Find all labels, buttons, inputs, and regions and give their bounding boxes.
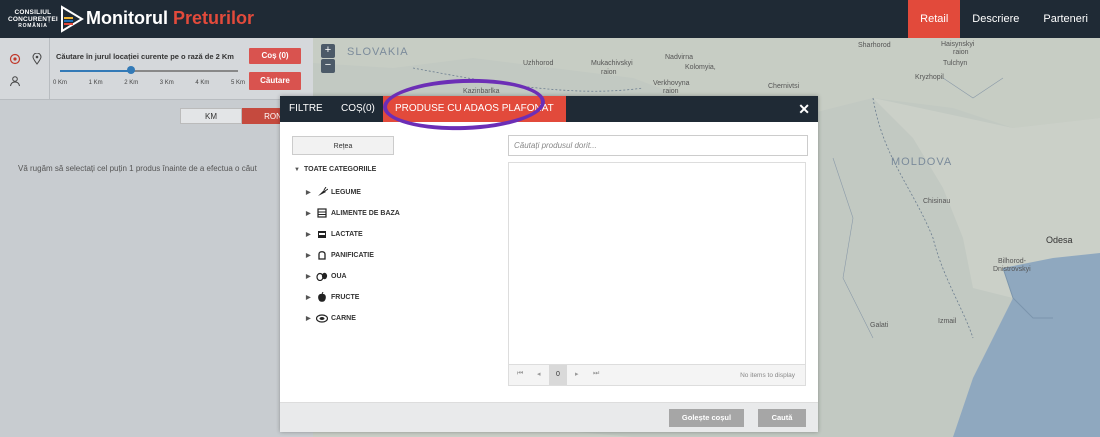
map-label-verkhovyna: Verkhovyna [653, 80, 690, 87]
app-title: Monitorul Preturilor [86, 8, 255, 28]
tab-cos[interactable]: COȘ(0) [341, 96, 375, 122]
next-page-icon[interactable]: ▸ [575, 370, 579, 378]
caret-right-icon: ▶ [306, 294, 311, 301]
pager-info: No items to display [740, 372, 795, 379]
map-label-uzhhorod: Uzhhorod [523, 60, 554, 67]
fruit-icon [316, 291, 328, 302]
category-panificatie[interactable]: ▶ PANIFICATIE [306, 250, 374, 260]
meat-icon [315, 313, 329, 323]
search-toolbar: Căutare în jurul locației curente pe o r… [0, 38, 313, 100]
slider-tick-label: 0 Km [53, 80, 68, 86]
category-fructe[interactable]: ▶ FRUCTE [306, 291, 359, 302]
network-button[interactable]: Rețea [292, 136, 394, 155]
map-label-chernivtsi: Chernivtsi [768, 83, 800, 90]
map-label-kryzhopil: Kryzhopil [915, 74, 944, 81]
map-label-bilhorod: Bilhorod- [998, 258, 1027, 265]
slider-handle[interactable] [127, 66, 136, 74]
map-label-moldova: MOLDOVA [891, 156, 953, 168]
pager: ⏮ ◂ 0 ▸ ⏭ No items to display [509, 364, 805, 385]
map-label-izmail: Izmail [938, 318, 957, 325]
product-results: ⏮ ◂ 0 ▸ ⏭ No items to display [508, 162, 806, 386]
zoom-out-button[interactable]: − [321, 59, 335, 73]
caret-right-icon: ▶ [306, 189, 311, 196]
map-label-dnistrovskyi: Dnistrovskyi [993, 266, 1031, 273]
map-label-galati: Galati [870, 322, 889, 329]
vegetable-icon [316, 186, 328, 197]
map-label-nadvirna: Nadvirna [665, 54, 694, 61]
slider-tick-label: 5 Km [231, 80, 246, 86]
dialog-footer: Golește coșul Caută [280, 402, 818, 432]
select-product-message: Vă rugăm să selectați cel puțin 1 produs… [18, 164, 257, 173]
radius-label: Căutare în jurul locației curente pe o r… [56, 52, 234, 61]
caret-right-icon: ▶ [306, 315, 311, 322]
first-page-icon[interactable]: ⏮ [517, 370, 523, 378]
tab-filtre[interactable]: FILTRE [289, 96, 323, 122]
category-alimente-de-baza[interactable]: ▶ ALIMENTE DE BAZA [306, 208, 400, 218]
radius-slider[interactable] [60, 70, 238, 72]
locate-icon[interactable] [8, 52, 22, 66]
nav-retail[interactable]: Retail [908, 0, 961, 38]
caret-down-icon: ▼ [294, 167, 300, 173]
category-lactate[interactable]: ▶ LACTATE [306, 229, 363, 239]
eggs-icon [316, 271, 328, 282]
slider-fill [60, 70, 132, 72]
map-label-mukachivskyi: Mukachivskyi [591, 60, 633, 67]
map-label-verkhovyna-raion: raion [663, 88, 679, 95]
slider-tick-label: 1 Km [88, 80, 103, 86]
tree-root[interactable]: ▼ TOATE CATEGORIILE [294, 166, 376, 173]
caret-right-icon: ▶ [306, 231, 311, 238]
empty-cart-button[interactable]: Golește coșul [669, 409, 744, 427]
left-panel: Căutare în jurul locației curente pe o r… [0, 38, 313, 437]
bread-icon [316, 250, 328, 260]
tab-produse-plafonat[interactable]: PRODUSE CU ADAOS PLAFONAT [383, 96, 566, 122]
search-button[interactable]: Căutare [249, 72, 301, 90]
map-label-chisinau: Chisinau [923, 198, 951, 205]
dialog-search-button[interactable]: Caută [758, 409, 806, 427]
logo-mark-icon [60, 5, 84, 33]
map-label-kolomyia: Kolomyia, [685, 64, 716, 71]
caret-right-icon: ▶ [306, 273, 311, 280]
user-location-icon[interactable] [8, 74, 22, 88]
map-pin-icon[interactable] [30, 52, 44, 66]
logo-text: CONSILIUL CONCURENȚEI ROMÂNIA [8, 8, 58, 29]
product-search-input[interactable] [508, 135, 808, 156]
caret-right-icon: ▶ [306, 252, 311, 259]
map-label-sharhorod: Sharhorod [858, 42, 891, 49]
map-label-mukachivskyi-raion: raion [601, 69, 617, 76]
dialog-header: FILTRE COȘ(0) PRODUSE CU ADAOS PLAFONAT … [280, 96, 818, 122]
main-nav: Retail Descriere Parteneri [908, 0, 1100, 38]
close-icon[interactable]: ✕ [798, 101, 810, 118]
dairy-icon [316, 229, 328, 239]
current-page[interactable]: 0 [549, 365, 567, 385]
slider-tick-label: 4 Km [195, 80, 210, 86]
slider-tick-label: 2 Km [124, 80, 139, 86]
nav-parteneri[interactable]: Parteneri [1031, 0, 1100, 38]
map-label-tulchyn: Tulchyn [943, 60, 968, 67]
tool-icons [0, 38, 50, 100]
nav-descriere[interactable]: Descriere [960, 0, 1031, 38]
top-bar: CONSILIUL CONCURENȚEI ROMÂNIA Monitorul … [0, 0, 1100, 38]
prev-page-icon[interactable]: ◂ [537, 370, 541, 378]
map-label-kazinbarlka: Kazinbarlka [463, 88, 500, 95]
slider-tick-label: 3 Km [159, 80, 174, 86]
basic-food-icon [316, 208, 328, 218]
product-filter-dialog: FILTRE COȘ(0) PRODUSE CU ADAOS PLAFONAT … [280, 76, 818, 432]
map-label-haisynskyi: Haisynskyi [941, 41, 975, 48]
map-label-raion-a: raion [953, 49, 969, 56]
zoom-in-button[interactable]: + [321, 44, 335, 58]
category-oua[interactable]: ▶ OUA [306, 271, 347, 282]
caret-right-icon: ▶ [306, 210, 311, 217]
category-legume[interactable]: ▶ LEGUME [306, 186, 361, 197]
logo[interactable]: CONSILIUL CONCURENȚEI ROMÂNIA [8, 4, 84, 34]
tab-km[interactable]: KM [180, 108, 242, 124]
map-label-slovakia: SLOVAKIA [347, 46, 409, 58]
last-page-icon[interactable]: ⏭ [593, 370, 599, 378]
map-label-odesa: Odesa [1046, 235, 1073, 245]
cart-button[interactable]: Coș (0) [249, 48, 301, 64]
category-carne[interactable]: ▶ CARNE [306, 313, 356, 323]
